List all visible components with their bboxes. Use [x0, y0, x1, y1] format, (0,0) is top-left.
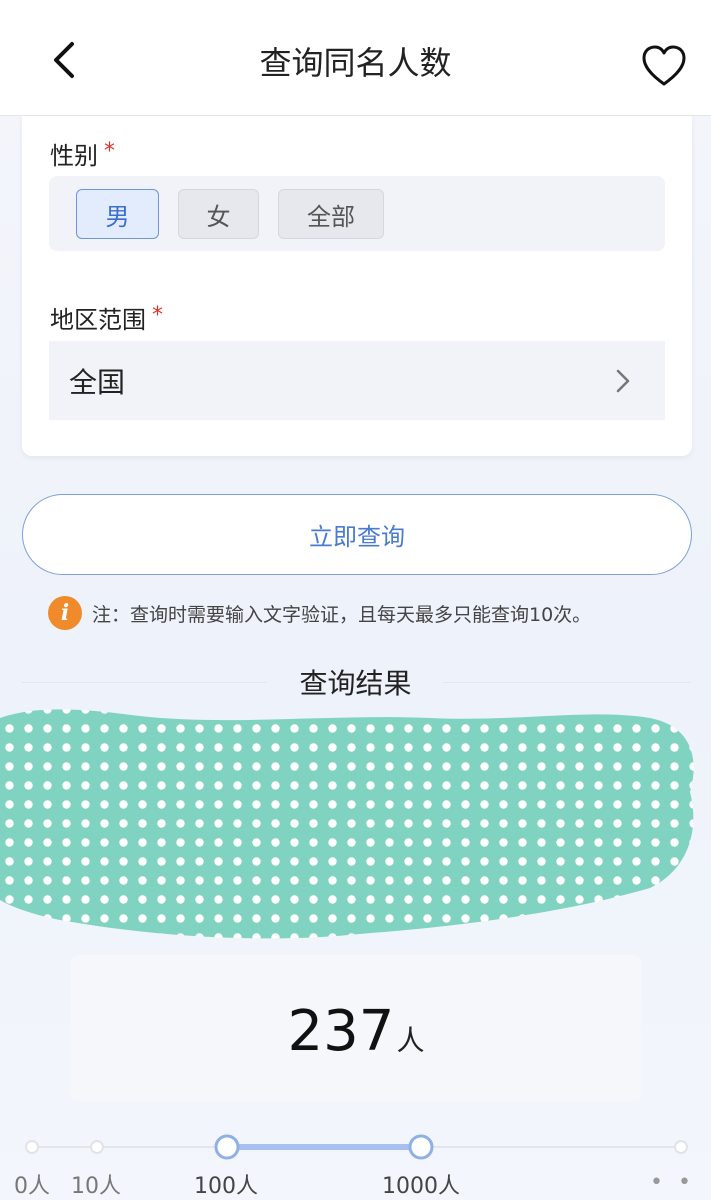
query-form-card: 性别 * 男 女 全部 地区范围 * 全国	[22, 116, 692, 456]
gender-option-all[interactable]: 全部	[278, 189, 384, 239]
result-unit: 人	[396, 1024, 425, 1057]
region-selector[interactable]: 全国	[49, 341, 665, 420]
favorite-heart-icon[interactable]	[640, 44, 688, 88]
scale-label-1000: 1000人	[382, 1174, 460, 1199]
region-label: 地区范围 *	[50, 303, 163, 334]
query-now-button[interactable]: 立即查询	[22, 494, 692, 575]
scale-handle-100	[214, 1134, 240, 1160]
chevron-right-icon	[616, 369, 630, 393]
redaction-overlay	[0, 709, 694, 939]
required-mark: *	[104, 139, 115, 164]
query-limit-note: i 注：查询时需要输入文字验证，且每天最多只能查询10次。	[48, 595, 591, 631]
scale-label-100: 100人	[194, 1174, 258, 1199]
gender-option-female[interactable]: 女	[178, 189, 259, 239]
gender-segmented-control: 男 女 全部	[49, 176, 665, 251]
required-mark: *	[152, 303, 163, 328]
region-value: 全国	[69, 365, 126, 399]
info-icon: i	[48, 596, 82, 630]
scale-handle-1000	[408, 1134, 434, 1160]
gender-option-male[interactable]: 男	[76, 189, 159, 239]
page-title: 查询同名人数	[259, 44, 452, 82]
gender-label: 性别 *	[50, 139, 115, 170]
result-title: 查询结果	[299, 667, 412, 700]
scale-dot-10	[90, 1140, 104, 1154]
scale-dot-0	[25, 1140, 39, 1154]
scale-label-10: 10人	[71, 1174, 121, 1199]
scale-dot-end	[674, 1140, 688, 1154]
top-bar: 查询同名人数	[0, 0, 711, 116]
scale-label-0: 0人	[14, 1174, 50, 1199]
more-indicator: • • •	[650, 1170, 695, 1200]
result-count-box: 237 人	[70, 955, 642, 1101]
result-count: 237	[287, 999, 395, 1064]
note-text: 注：查询时需要输入文字验证，且每天最多只能查询10次。	[92, 603, 592, 626]
